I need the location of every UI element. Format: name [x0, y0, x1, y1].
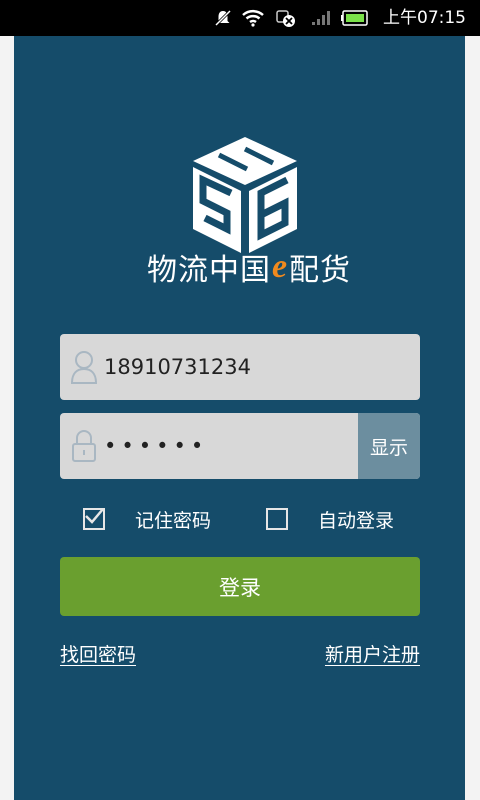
auto-login-option[interactable]: 自动登录 [266, 504, 394, 534]
sync-error-icon [276, 0, 296, 36]
show-password-button[interactable]: 显示 [358, 413, 420, 479]
brand-e-mark: e [271, 248, 289, 285]
remember-password-label: 记住密码 [135, 509, 212, 532]
brand-name: 物流中国 e 配货 [119, 247, 379, 287]
username-input[interactable]: 18910731234 [104, 334, 251, 400]
auto-login-label: 自动登录 [318, 509, 395, 532]
remember-password-checkbox[interactable] [83, 508, 105, 530]
login-button[interactable]: 登录 [60, 557, 420, 616]
remember-password-option[interactable]: 记住密码 [83, 504, 211, 534]
user-icon [70, 349, 98, 385]
brand-logo [185, 131, 305, 261]
password-input[interactable]: •••••• [104, 413, 208, 479]
auto-login-checkbox[interactable] [266, 508, 288, 530]
login-screen: 物流中国 e 配货 18910731234 •••••• 显示 记住密码 自动登… [14, 36, 465, 800]
signal-icon [311, 0, 333, 36]
brand-name-part2: 配货 [289, 254, 352, 287]
register-link[interactable]: 新用户注册 [325, 640, 420, 667]
username-field[interactable]: 18910731234 [60, 334, 420, 400]
battery-icon [341, 0, 369, 36]
forgot-password-link[interactable]: 找回密码 [60, 640, 136, 667]
status-bar: 上午07:15 [0, 0, 480, 36]
brand-name-part1: 物流中国 [146, 254, 271, 287]
status-time: 上午07:15 [383, 8, 466, 28]
lock-icon [70, 428, 98, 464]
notification-off-icon [214, 0, 232, 36]
wifi-icon [242, 0, 264, 36]
password-field[interactable]: •••••• 显示 [60, 413, 420, 479]
